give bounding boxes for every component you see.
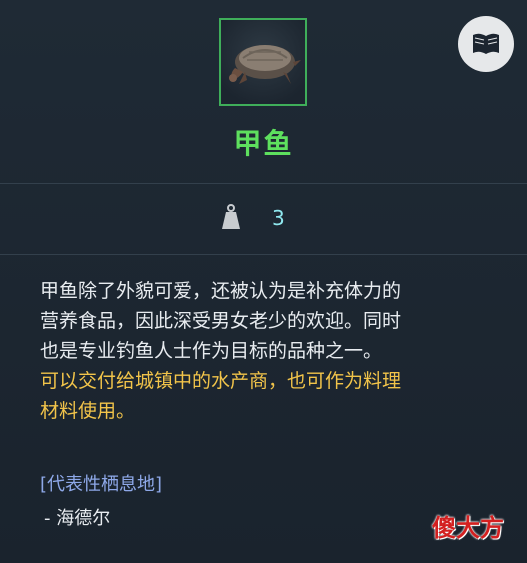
weight-stat-row: 3: [0, 184, 527, 254]
turtle-icon: [229, 45, 301, 84]
description-highlight-line: 可以交付给城镇中的水产商，也可作为料理: [40, 370, 402, 392]
habitat-title: [代表性栖息地]: [40, 474, 163, 495]
description-line: 甲鱼除了外貌可爱，还被认为是补充体力的: [40, 280, 402, 302]
description-highlight-line: 材料使用。: [40, 400, 136, 422]
book-icon: [473, 33, 499, 54]
item-icon-frame: [219, 18, 307, 106]
encyclopedia-button[interactable]: [458, 16, 514, 72]
description-line: 营养食品，因此深受男女老少的欢迎。同时: [40, 310, 402, 332]
item-tooltip-panel: 甲鱼 3 甲鱼除了外貌可爱，还被认为是补充体力的 营养食品，因此深受男女老少的欢…: [0, 0, 527, 563]
weight-icon: [222, 204, 240, 229]
item-name: 甲鱼: [233, 127, 294, 160]
habitat-item: - 海德尔: [44, 508, 111, 529]
divider-mid: [0, 254, 527, 255]
item-header: 甲鱼: [0, 0, 527, 183]
item-description: 甲鱼除了外貌可爱，还被认为是补充体力的 营养食品，因此深受男女老少的欢迎。同时 …: [40, 276, 500, 426]
description-line: 也是专业钓鱼人士作为目标的品种之一。: [40, 340, 383, 362]
weight-value: 3: [272, 206, 285, 230]
watermark: 傻大方: [432, 514, 504, 542]
